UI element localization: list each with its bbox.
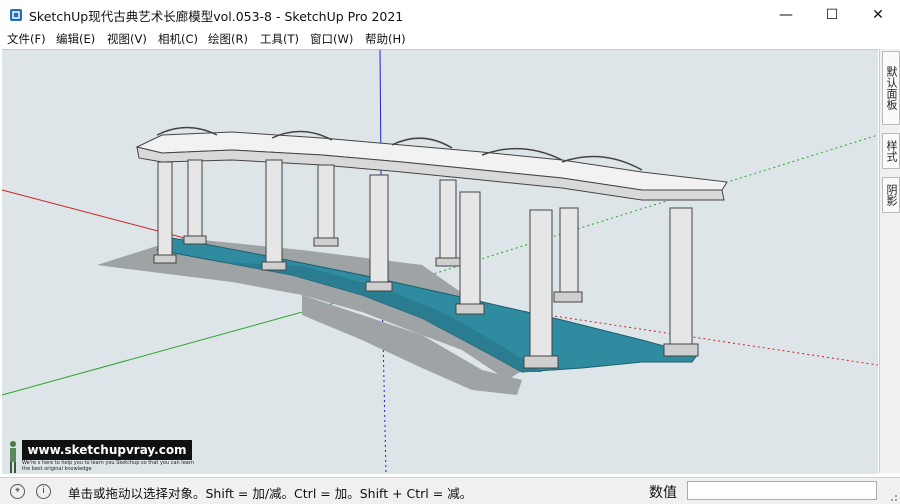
menu-tools[interactable]: 工具(T) (260, 31, 299, 47)
resize-grip-icon[interactable] (888, 492, 898, 502)
model-viewport[interactable] (2, 49, 878, 474)
minimize-button[interactable]: — (763, 0, 809, 29)
menu-window[interactable]: 窗口(W) (310, 31, 353, 47)
measurements-label: 数值 (649, 485, 677, 501)
person-figure (10, 441, 16, 473)
arch-beam-top (135, 131, 728, 191)
tray-tab-styles[interactable]: 样式 (882, 133, 900, 169)
menu-bar: 文件(F) 编辑(E) 视图(V) 相机(C) 绘图(R) 工具(T) 窗口(W… (0, 29, 900, 49)
sketchup-icon (10, 9, 22, 21)
default-tray: 默认面板 样式 阴影 (879, 49, 900, 473)
close-button[interactable]: ✕ (855, 0, 900, 29)
menu-camera[interactable]: 相机(C) (158, 31, 198, 47)
menu-file[interactable]: 文件(F) (7, 31, 46, 47)
info-icon[interactable]: i (36, 484, 51, 499)
maximize-button[interactable]: ☐ (809, 0, 855, 29)
menu-draw[interactable]: 绘图(R) (208, 31, 248, 47)
model-scene (2, 50, 878, 474)
tray-tab-default[interactable]: 默认面板 (882, 51, 900, 125)
menu-view[interactable]: 视图(V) (107, 31, 147, 47)
status-message: 单击或拖动以选择对象。Shift = 加/减。Ctrl = 加。Shift + … (68, 486, 473, 501)
watermark-tagline: We're s here to help you to learn you Sk… (22, 460, 194, 472)
title-bar: SketchUp现代古典艺术长廊模型vol.053-8 - SketchUp P… (0, 0, 900, 29)
window-title: SketchUp现代古典艺术长廊模型vol.053-8 - SketchUp P… (29, 9, 404, 24)
measurements-input[interactable] (687, 481, 877, 500)
geo-location-icon[interactable]: ⌖ (10, 484, 25, 499)
menu-edit[interactable]: 编辑(E) (56, 31, 95, 47)
menu-help[interactable]: 帮助(H) (365, 31, 406, 47)
status-bar: ⌖ i 单击或拖动以选择对象。Shift = 加/减。Ctrl = 加。Shif… (0, 477, 900, 504)
watermark-url: www.sketchupvray.com (22, 440, 192, 460)
tray-tab-shadows[interactable]: 阴影 (882, 177, 900, 213)
